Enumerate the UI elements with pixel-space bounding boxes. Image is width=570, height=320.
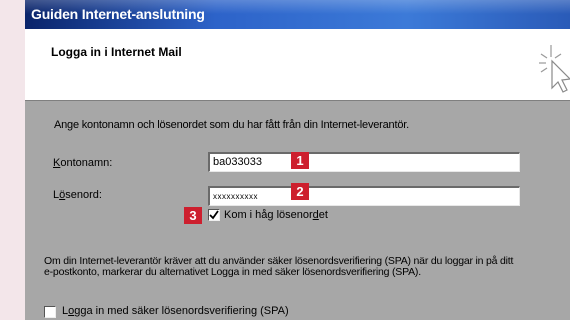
password-label: Lösenord: [53, 189, 102, 201]
password-label-text: senord: [65, 189, 102, 201]
checkmark-icon [209, 210, 219, 220]
instruction-text: Ange kontonamn och lösenordet som du har… [54, 119, 409, 131]
spa-label-text: gga in med säker lösenordsverifiering (S… [74, 305, 289, 317]
callout-badge-2: 2 [291, 183, 309, 200]
title-bar[interactable]: Guiden Internet-anslutning [25, 0, 570, 29]
spa-label[interactable]: Logga in med säker lösenordsverifiering … [62, 305, 289, 317]
callout-badge-3: 3 [184, 207, 202, 224]
spa-description: Om din Internet-leverantör kräver att du… [44, 255, 514, 278]
callout-badge-1: 1 [291, 152, 309, 169]
remember-label-pre: Kom i håg lösenor [224, 209, 313, 221]
window-title: Guiden Internet-anslutning [31, 6, 205, 22]
remember-password-label[interactable]: Kom i håg lösenordet [224, 209, 328, 221]
wizard-sparkle-icon [539, 45, 570, 93]
spa-checkbox[interactable] [44, 306, 56, 318]
wizard-header: Logga in i Internet Mail [25, 29, 570, 101]
password-input[interactable]: xxxxxxxxxx [208, 186, 520, 206]
page-title: Logga in i Internet Mail [51, 45, 182, 59]
remember-label-post: et [318, 209, 328, 221]
password-mask: xxxxxxxxxx [213, 192, 258, 201]
account-name-label: Kontonamn: [53, 157, 112, 169]
remember-password-checkbox[interactable] [208, 209, 220, 221]
account-label-text: ontonamn: [60, 157, 113, 169]
account-name-input[interactable]: ba033033 [208, 152, 520, 172]
